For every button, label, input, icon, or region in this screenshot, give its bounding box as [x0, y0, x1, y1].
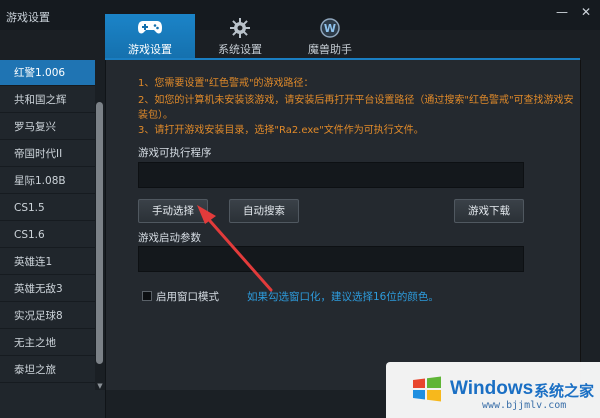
instruction-line-1: 1、您需要设置"红色警戒"的游戏路径： [138, 78, 314, 89]
gear-icon [195, 17, 285, 39]
exe-path-input[interactable] [138, 162, 524, 188]
tab-system-settings[interactable]: 系统设置 [195, 14, 285, 60]
auto-search-button[interactable]: 自动搜索 [229, 199, 299, 223]
tab-warcraft-helper-label: 魔兽助手 [308, 43, 352, 56]
watermark-site-name: 系统之家 [534, 382, 595, 400]
sidebar-item-winning-eleven-8[interactable]: 实况足球8 [0, 303, 96, 329]
exe-path-label: 游戏可执行程序 [138, 147, 212, 159]
instruction-line-3: 3、请打开游戏安装目录，选择"Ra2.exe"文件作为可执行文件。 [138, 125, 424, 136]
windows-logo-icon [413, 376, 441, 402]
launch-params-label: 游戏启动参数 [138, 232, 201, 244]
windowed-mode-hint: 如果勾选窗口化，建议选择16位的颜色。 [247, 291, 439, 303]
sidebar-scroll-thumb[interactable] [96, 102, 103, 364]
sidebar-item-cs15[interactable]: CS1.5 [0, 195, 96, 221]
instruction-line-2: 2、如您的计算机未安装该游戏，请安装后再打开平台设置路径（通过搜索"红色警戒"可… [138, 95, 574, 106]
game-settings-window: 游戏设置 — ✕ 游戏设置 系统设置 W 魔兽助手 红警1.006 共和国之辉 … [0, 0, 600, 418]
sidebar-item-company-of-heroes[interactable]: 英雄连1 [0, 249, 96, 275]
gamepad-icon [105, 17, 195, 39]
windowed-mode-label[interactable]: 启用窗口模式 [156, 289, 219, 304]
scroll-down-arrow-icon[interactable]: ▼ [95, 382, 105, 392]
sidebar-item-cs16[interactable]: CS1.6 [0, 222, 96, 248]
sidebar-item-starcraft[interactable]: 星际1.08B [0, 168, 96, 194]
sidebar-item-heroes-3[interactable]: 英雄无敌3 [0, 276, 96, 302]
watermark-url: www.bjjmlv.com [482, 400, 567, 411]
game-download-button[interactable]: 游戏下载 [454, 199, 524, 223]
watermark-brand: Windows [450, 378, 534, 399]
sidebar-item-rome-revival[interactable]: 罗马复兴 [0, 114, 96, 140]
sidebar-item-age-of-empires-2[interactable]: 帝国时代II [0, 141, 96, 167]
windowed-mode-checkbox[interactable] [142, 291, 152, 301]
svg-text:W: W [324, 22, 336, 35]
window-title: 游戏设置 [6, 11, 50, 24]
sidebar-item-titan-quest[interactable]: 泰坦之旅 [0, 357, 96, 383]
panel-right-edge [580, 60, 600, 390]
site-watermark: Windows 系统之家 www.bjjmlv.com [386, 362, 600, 418]
manual-select-button[interactable]: 手动选择 [138, 199, 208, 223]
tab-game-settings[interactable]: 游戏设置 [105, 14, 195, 60]
sidebar-item-borderlands[interactable]: 无主之地 [0, 330, 96, 356]
sidebar-item-ra2[interactable]: 红警1.006 [0, 60, 96, 86]
top-tab-bar: 游戏设置 系统设置 W 魔兽助手 [105, 14, 600, 60]
tab-system-settings-label: 系统设置 [218, 43, 262, 56]
game-settings-panel: 1、您需要设置"红色警戒"的游戏路径： 2、如您的计算机未安装该游戏，请安装后再… [106, 60, 580, 390]
launch-params-input[interactable] [138, 246, 524, 272]
tab-game-settings-label: 游戏设置 [128, 43, 172, 56]
instruction-line-2-cont: 装包）。 [138, 110, 173, 121]
sidebar-item-republic-glory[interactable]: 共和国之辉 [0, 87, 96, 113]
game-list-sidebar: 红警1.006 共和国之辉 罗马复兴 帝国时代II 星际1.08B CS1.5 … [0, 60, 106, 418]
tab-warcraft-helper[interactable]: W 魔兽助手 [285, 14, 375, 60]
warcraft-logo-icon: W [285, 17, 375, 39]
